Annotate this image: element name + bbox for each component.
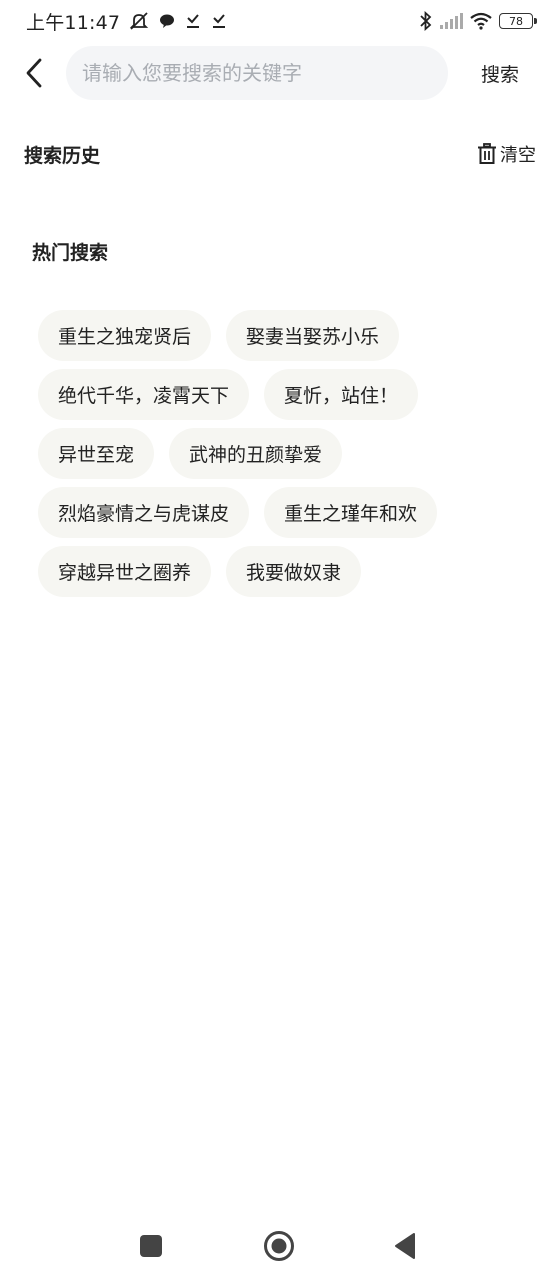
hot-search-tag[interactable]: 娶妻当娶苏小乐 [226, 310, 400, 361]
clear-history-label: 清空 [500, 145, 536, 166]
search-input[interactable] [82, 61, 448, 85]
clear-history-button[interactable]: 清空 [477, 141, 536, 167]
chat-bubble-icon [158, 12, 176, 30]
chevron-left-icon [26, 58, 42, 88]
battery-level: 78 [509, 14, 523, 28]
nav-back-button[interactable] [385, 1226, 425, 1266]
hot-search-tag[interactable]: 我要做奴隶 [226, 546, 362, 597]
signal-icon [439, 13, 463, 29]
status-time: 上午11:47 [26, 11, 121, 34]
recent-apps-button[interactable] [131, 1226, 171, 1266]
hot-search-tag[interactable]: 烈焰豪情之与虎谋皮 [38, 487, 250, 538]
hot-search-tag[interactable]: 重生之独宠贤后 [38, 310, 212, 361]
hot-search-tag[interactable]: 重生之瑾年和欢 [264, 487, 438, 538]
mute-icon [128, 11, 150, 31]
status-right: 78 [419, 11, 537, 31]
hot-search-tag[interactable]: 异世至宠 [38, 428, 155, 479]
download-check-icon [210, 12, 228, 30]
search-header: 搜索 [0, 46, 559, 100]
download-check-icon [184, 12, 202, 30]
recent-apps-icon [140, 1235, 162, 1257]
home-icon [264, 1231, 294, 1261]
hot-search-tags: 重生之独宠贤后 娶妻当娶苏小乐 绝代千华，凌霄天下 夏忻，站住！ 异世至宠 武神… [38, 310, 518, 597]
back-button[interactable] [16, 54, 52, 92]
search-button[interactable]: 搜索 [466, 56, 534, 90]
wifi-icon [469, 12, 493, 30]
status-left: 上午11:47 [26, 8, 228, 35]
bluetooth-icon [419, 11, 433, 31]
battery-icon: 78 [499, 13, 537, 29]
search-history-title: 搜索历史 [24, 144, 101, 167]
status-bar: 上午11:47 78 [0, 0, 559, 42]
system-nav-bar [0, 1210, 559, 1280]
trash-icon [478, 143, 496, 164]
back-triangle-icon [395, 1233, 415, 1259]
hot-search-tag[interactable]: 绝代千华，凌霄天下 [38, 369, 250, 420]
search-history-section: 搜索历史 清空 [24, 136, 536, 172]
search-box[interactable] [66, 46, 448, 100]
hot-search-tag[interactable]: 穿越异世之圈养 [38, 546, 212, 597]
hot-search-title: 热门搜索 [32, 241, 109, 264]
home-button[interactable] [259, 1226, 299, 1266]
hot-search-section: 热门搜索 [32, 232, 532, 270]
hot-search-tag[interactable]: 夏忻，站住！ [264, 369, 419, 420]
hot-search-tag[interactable]: 武神的丑颜挚爱 [169, 428, 343, 479]
